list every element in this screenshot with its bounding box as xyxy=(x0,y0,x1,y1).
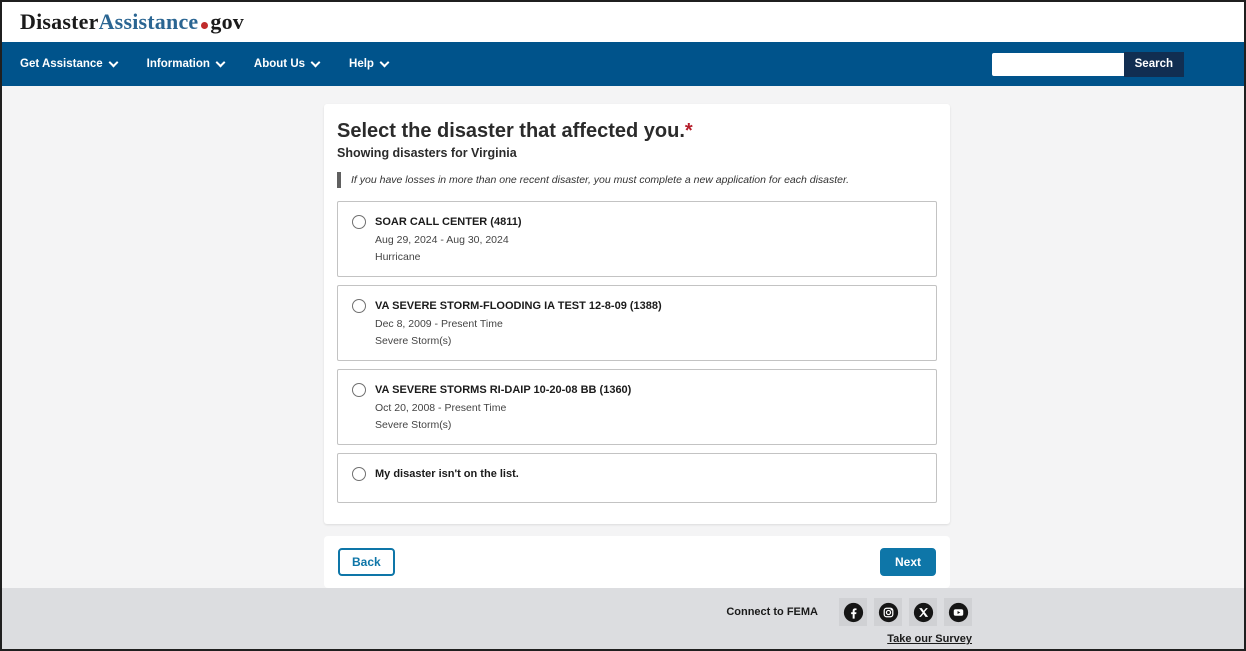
connect-to-fema-label: Connect to FEMA xyxy=(726,606,818,618)
page-title: Select the disaster that affected you.* xyxy=(337,120,937,143)
required-marker: * xyxy=(685,120,693,142)
disaster-dates: Dec 8, 2009 - Present Time xyxy=(375,318,922,330)
disaster-type: Severe Storm(s) xyxy=(375,419,922,431)
instagram-icon xyxy=(878,602,899,623)
disaster-option-soar-call-center[interactable]: SOAR CALL CENTER (4811) Aug 29, 2024 - A… xyxy=(337,201,937,277)
site-logo[interactable]: DisasterAssistance gov xyxy=(20,9,244,35)
instagram-link[interactable] xyxy=(874,598,902,626)
logo-dot-icon xyxy=(201,22,208,29)
disaster-option-va-storm-flooding-1388[interactable]: VA SEVERE STORM-FLOODING IA TEST 12-8-09… xyxy=(337,285,937,361)
nav-item-get-assistance[interactable]: Get Assistance xyxy=(20,58,117,70)
search-form: Search xyxy=(992,52,1184,77)
page-title-text: Select the disaster that affected you. xyxy=(337,120,685,142)
facebook-link[interactable] xyxy=(839,598,867,626)
disaster-type: Severe Storm(s) xyxy=(375,335,922,347)
logo-text-assistance: Assistance xyxy=(99,9,199,35)
chevron-down-icon xyxy=(380,57,390,67)
back-button[interactable]: Back xyxy=(338,548,395,576)
disaster-selection-card: Select the disaster that affected you.* … xyxy=(324,104,950,524)
nav-item-about-us[interactable]: About Us xyxy=(254,58,319,70)
next-button[interactable]: Next xyxy=(880,548,936,576)
primary-navbar: Get Assistance Information About Us Help… xyxy=(2,42,1244,86)
disaster-title: SOAR CALL CENTER (4811) xyxy=(375,216,522,228)
main-content: Select the disaster that affected you.* … xyxy=(2,86,1244,588)
disaster-dates: Aug 29, 2024 - Aug 30, 2024 xyxy=(375,234,922,246)
take-our-survey-link[interactable]: Take our Survey xyxy=(887,633,972,645)
site-header: DisasterAssistance gov xyxy=(2,2,1244,42)
youtube-icon xyxy=(948,602,969,623)
logo-text-gov: gov xyxy=(210,9,244,35)
disaster-dates: Oct 20, 2008 - Present Time xyxy=(375,402,922,414)
chevron-down-icon xyxy=(311,57,321,67)
site-footer: Connect to FEMA xyxy=(2,588,1244,650)
logo-text-disaster: Disaster xyxy=(20,9,99,35)
radio-button[interactable] xyxy=(352,215,366,229)
disaster-option-va-storms-1360[interactable]: VA SEVERE STORMS RI-DAIP 10-20-08 BB (13… xyxy=(337,369,937,445)
nav-item-label: Information xyxy=(147,58,210,70)
navigation-button-bar: Back Next xyxy=(324,536,950,588)
disaster-title: VA SEVERE STORMS RI-DAIP 10-20-08 BB (13… xyxy=(375,384,631,396)
disaster-type: Hurricane xyxy=(375,251,922,263)
chevron-down-icon xyxy=(215,57,225,67)
x-twitter-icon xyxy=(913,602,934,623)
state-filter-note: Showing disasters for Virginia xyxy=(337,146,937,160)
radio-button[interactable] xyxy=(352,383,366,397)
nav-item-help[interactable]: Help xyxy=(349,58,388,70)
radio-button[interactable] xyxy=(352,467,366,481)
nav-item-label: Help xyxy=(349,58,374,70)
youtube-link[interactable] xyxy=(944,598,972,626)
disaster-title: My disaster isn't on the list. xyxy=(375,468,519,480)
disaster-options-list: SOAR CALL CENTER (4811) Aug 29, 2024 - A… xyxy=(337,201,937,503)
nav-item-label: About Us xyxy=(254,58,305,70)
multiple-disaster-note: If you have losses in more than one rece… xyxy=(337,172,937,188)
disaster-assistance-page: DisasterAssistance gov Get Assistance Inf… xyxy=(0,0,1246,651)
facebook-icon xyxy=(843,602,864,623)
search-input[interactable] xyxy=(992,53,1124,76)
search-button[interactable]: Search xyxy=(1124,52,1184,77)
radio-button[interactable] xyxy=(352,299,366,313)
disaster-title: VA SEVERE STORM-FLOODING IA TEST 12-8-09… xyxy=(375,300,662,312)
disaster-option-not-on-list[interactable]: My disaster isn't on the list. xyxy=(337,453,937,503)
x-twitter-link[interactable] xyxy=(909,598,937,626)
chevron-down-icon xyxy=(108,57,118,67)
connect-to-fema-row: Connect to FEMA xyxy=(726,598,972,626)
nav-item-information[interactable]: Information xyxy=(147,58,224,70)
nav-item-label: Get Assistance xyxy=(20,58,103,70)
